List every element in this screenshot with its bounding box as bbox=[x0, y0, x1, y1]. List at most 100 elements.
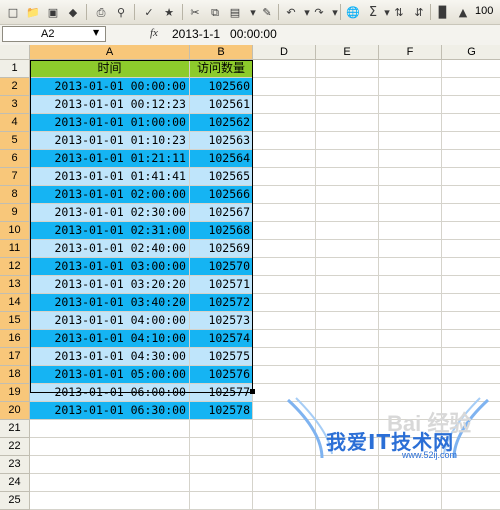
empty-cell[interactable] bbox=[316, 312, 379, 330]
empty-cell[interactable] bbox=[30, 438, 190, 456]
chart-wizard-icon[interactable]: ▉ bbox=[434, 3, 452, 21]
count-cell[interactable]: 102570 bbox=[190, 258, 253, 276]
empty-cell[interactable] bbox=[253, 402, 316, 420]
empty-cell[interactable] bbox=[442, 438, 500, 456]
insert-function-icon[interactable]: fx bbox=[150, 27, 158, 39]
time-cell[interactable]: 2013-01-01 04:10:00 bbox=[30, 330, 190, 348]
sort-ascending-icon[interactable]: ⇅ bbox=[390, 3, 408, 21]
column-header-e[interactable]: E bbox=[316, 45, 379, 60]
row-header[interactable]: 10 bbox=[0, 222, 30, 240]
empty-cell[interactable] bbox=[379, 366, 442, 384]
time-cell[interactable]: 2013-01-01 01:41:41 bbox=[30, 168, 190, 186]
empty-cell[interactable] bbox=[379, 294, 442, 312]
count-cell[interactable]: 102574 bbox=[190, 330, 253, 348]
count-cell[interactable]: 102562 bbox=[190, 114, 253, 132]
count-cell[interactable]: 102573 bbox=[190, 312, 253, 330]
count-cell[interactable]: 102560 bbox=[190, 78, 253, 96]
empty-cell[interactable] bbox=[316, 456, 379, 474]
empty-cell[interactable] bbox=[442, 312, 500, 330]
empty-cell[interactable] bbox=[379, 240, 442, 258]
empty-cell[interactable] bbox=[253, 150, 316, 168]
empty-cell[interactable] bbox=[442, 240, 500, 258]
empty-cell[interactable] bbox=[316, 132, 379, 150]
empty-cell[interactable] bbox=[379, 168, 442, 186]
time-cell[interactable]: 2013-01-01 01:21:11 bbox=[30, 150, 190, 168]
redo-dropdown-icon[interactable]: ▾ bbox=[326, 3, 344, 21]
empty-cell[interactable] bbox=[379, 78, 442, 96]
empty-cell[interactable] bbox=[253, 474, 316, 492]
empty-cell[interactable] bbox=[442, 420, 500, 438]
row-header[interactable]: 1 bbox=[0, 60, 30, 78]
count-cell[interactable]: 102577 bbox=[190, 384, 253, 402]
header-cell-time[interactable]: 时间 bbox=[30, 60, 190, 78]
header-cell-count[interactable]: 访问数量 bbox=[190, 60, 253, 78]
empty-cell[interactable] bbox=[316, 240, 379, 258]
empty-cell[interactable] bbox=[190, 474, 253, 492]
empty-cell[interactable] bbox=[442, 204, 500, 222]
time-cell[interactable]: 2013-01-01 03:00:00 bbox=[30, 258, 190, 276]
time-cell[interactable]: 2013-01-01 00:12:23 bbox=[30, 96, 190, 114]
empty-cell[interactable] bbox=[316, 78, 379, 96]
row-header[interactable]: 13 bbox=[0, 276, 30, 294]
row-header[interactable]: 15 bbox=[0, 312, 30, 330]
time-cell[interactable]: 2013-01-01 01:10:23 bbox=[30, 132, 190, 150]
empty-cell[interactable] bbox=[30, 420, 190, 438]
row-header[interactable]: 22 bbox=[0, 438, 30, 456]
count-cell[interactable]: 102565 bbox=[190, 168, 253, 186]
empty-cell[interactable] bbox=[379, 330, 442, 348]
empty-cell[interactable] bbox=[442, 348, 500, 366]
count-cell[interactable]: 102568 bbox=[190, 222, 253, 240]
empty-cell[interactable] bbox=[316, 366, 379, 384]
empty-cell[interactable] bbox=[442, 150, 500, 168]
count-cell[interactable]: 102578 bbox=[190, 402, 253, 420]
empty-cell[interactable] bbox=[379, 492, 442, 510]
empty-cell[interactable] bbox=[442, 366, 500, 384]
empty-cell[interactable] bbox=[442, 384, 500, 402]
time-cell[interactable]: 2013-01-01 02:30:00 bbox=[30, 204, 190, 222]
empty-cell[interactable] bbox=[316, 258, 379, 276]
empty-cell[interactable] bbox=[253, 186, 316, 204]
empty-cell[interactable] bbox=[379, 474, 442, 492]
empty-cell[interactable] bbox=[442, 60, 500, 78]
empty-cell[interactable] bbox=[316, 474, 379, 492]
empty-cell[interactable] bbox=[316, 384, 379, 402]
column-header-a[interactable]: A bbox=[30, 45, 190, 60]
row-header[interactable]: 8 bbox=[0, 186, 30, 204]
name-box-dropdown-icon[interactable]: ▼ bbox=[93, 28, 99, 37]
zoom-box[interactable]: 100 bbox=[475, 5, 493, 17]
time-cell[interactable]: 2013-01-01 03:40:20 bbox=[30, 294, 190, 312]
count-cell[interactable]: 102563 bbox=[190, 132, 253, 150]
empty-cell[interactable] bbox=[442, 186, 500, 204]
print-preview-icon[interactable]: ⚲ bbox=[112, 3, 130, 21]
row-header[interactable]: 17 bbox=[0, 348, 30, 366]
empty-cell[interactable] bbox=[442, 78, 500, 96]
empty-cell[interactable] bbox=[379, 132, 442, 150]
time-cell[interactable]: 2013-01-01 04:00:00 bbox=[30, 312, 190, 330]
empty-cell[interactable] bbox=[190, 492, 253, 510]
empty-cell[interactable] bbox=[379, 150, 442, 168]
format-painter-icon[interactable]: ✎ bbox=[258, 3, 276, 21]
empty-cell[interactable] bbox=[316, 438, 379, 456]
count-cell[interactable]: 102566 bbox=[190, 186, 253, 204]
empty-cell[interactable] bbox=[253, 132, 316, 150]
empty-cell[interactable] bbox=[442, 456, 500, 474]
empty-cell[interactable] bbox=[379, 456, 442, 474]
row-header[interactable]: 3 bbox=[0, 96, 30, 114]
empty-cell[interactable] bbox=[253, 222, 316, 240]
time-cell[interactable]: 2013-01-01 01:00:00 bbox=[30, 114, 190, 132]
row-header[interactable]: 5 bbox=[0, 132, 30, 150]
row-header[interactable]: 23 bbox=[0, 456, 30, 474]
empty-cell[interactable] bbox=[190, 420, 253, 438]
empty-cell[interactable] bbox=[442, 96, 500, 114]
empty-cell[interactable] bbox=[253, 384, 316, 402]
empty-cell[interactable] bbox=[379, 114, 442, 132]
row-header[interactable]: 4 bbox=[0, 114, 30, 132]
paste-icon[interactable]: ▤ bbox=[226, 3, 244, 21]
time-cell[interactable]: 2013-01-01 06:00:00 bbox=[30, 384, 190, 402]
empty-cell[interactable] bbox=[316, 330, 379, 348]
time-cell[interactable]: 2013-01-01 02:31:00 bbox=[30, 222, 190, 240]
row-header[interactable]: 9 bbox=[0, 204, 30, 222]
time-cell[interactable]: 2013-01-01 00:00:00 bbox=[30, 78, 190, 96]
empty-cell[interactable] bbox=[442, 294, 500, 312]
count-cell[interactable]: 102575 bbox=[190, 348, 253, 366]
